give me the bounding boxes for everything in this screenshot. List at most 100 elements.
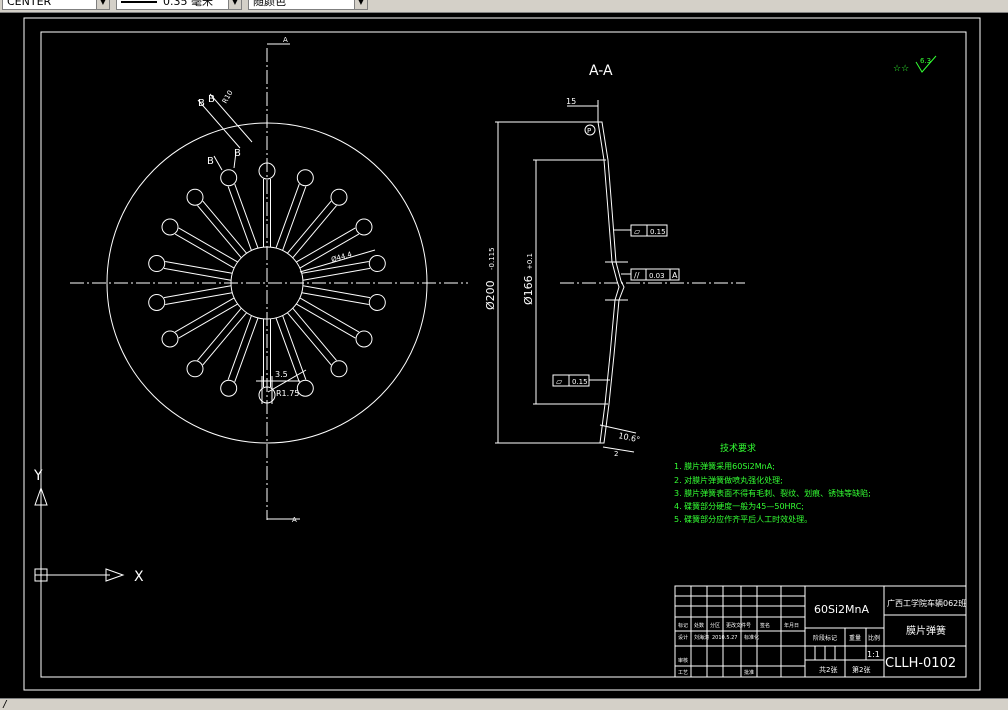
dim-angle: 10.6°	[618, 431, 641, 444]
surface-finish-symbol: ☆☆	[893, 64, 909, 74]
title-sheets-total: 共2张	[819, 665, 837, 674]
color-value: 随颜色	[253, 0, 286, 8]
ucs-icon	[34, 486, 125, 582]
slot-end-hole	[330, 188, 348, 206]
outer-frame	[23, 17, 981, 691]
finger-slot	[174, 297, 238, 339]
layer-dropdown[interactable]: CENTER ▼	[2, 0, 110, 10]
title-material: 60Si2MnA	[814, 603, 869, 616]
tech-req-item: 4. 碟簧部分硬度一般为45—50HRC;	[674, 501, 804, 511]
slot-end-hole	[161, 218, 179, 236]
dim-r175: R1.75	[276, 389, 299, 398]
label-weight: 重量	[849, 634, 861, 642]
tech-req-title: 技术要求	[720, 442, 756, 454]
tol-parallel: 0.03	[649, 272, 665, 280]
front-view	[70, 43, 468, 520]
section-label-b4: B	[234, 148, 241, 159]
finger-slot	[174, 227, 238, 269]
flatness-icon: ▱	[634, 227, 641, 236]
slot-end-hole	[296, 169, 314, 187]
finger-slot	[163, 261, 233, 281]
command-prompt: /	[2, 699, 9, 710]
title-school: 广西工学院车辆062班	[887, 598, 966, 608]
title-sheet-no: 第2张	[852, 665, 870, 674]
slot-end-hole	[186, 360, 204, 378]
tb-row-label: 处数	[694, 622, 704, 629]
finger-slot	[287, 200, 337, 258]
finger-slot	[296, 227, 360, 269]
slot-end-hole	[355, 218, 373, 236]
finger-slot	[227, 315, 259, 383]
tb-std-label: 标准化	[744, 634, 759, 641]
dim-slot-width: 3.5	[275, 370, 288, 379]
tb-row-label: 年月日	[784, 622, 799, 629]
inner-frame	[40, 31, 967, 678]
command-line[interactable]: /	[0, 698, 1008, 710]
section-label-b3: B	[207, 156, 214, 167]
axis-x-label: X	[134, 569, 144, 585]
title-scale: 1:1	[867, 650, 880, 659]
dim-d200-tol: -0.115	[488, 247, 496, 270]
tol-parallel-datum: A	[672, 271, 678, 280]
chevron-down-icon[interactable]: ▼	[354, 0, 367, 9]
finger-slot	[287, 308, 337, 366]
datum-symbol: P	[587, 127, 591, 135]
finger-slot	[275, 183, 307, 251]
tb-row-label: 签名	[760, 622, 770, 629]
tol-flat-bottom: 0.15	[572, 378, 588, 386]
arrow-label-a-top: A	[283, 36, 288, 44]
tb-row-label: 更改文件号	[726, 622, 751, 629]
dim-thickness: 2	[614, 450, 618, 458]
finger-slot	[197, 200, 247, 258]
slot-end-hole	[355, 330, 373, 348]
finger-slot	[227, 183, 259, 251]
finger-slot	[301, 285, 371, 305]
slot-end-hole	[220, 169, 238, 187]
tol-flat-top: 0.15	[650, 228, 666, 236]
label-stage: 阶段标记	[813, 634, 837, 642]
dim-r10: R10	[221, 89, 235, 105]
dim-hole-diameter: Ø44.4	[330, 250, 353, 264]
lineweight-swatch	[121, 1, 157, 3]
slot-end-hole	[368, 293, 386, 311]
slot-end-hole	[186, 188, 204, 206]
slot-end-hole	[368, 255, 386, 273]
section-label-b1: B	[198, 98, 205, 109]
tb-row-label: 分区	[710, 622, 720, 629]
slot-end-hole	[148, 293, 166, 311]
tb-process-label: 工艺	[678, 670, 688, 676]
section-label-b2: B	[208, 94, 215, 105]
parallel-icon: //	[634, 271, 640, 280]
tb-designer-name: 刘海涛	[694, 634, 709, 641]
axis-y-label: Y	[33, 468, 43, 484]
tb-approve-label: 批准	[744, 669, 754, 676]
slot-end-hole	[220, 379, 238, 397]
finger-slot	[301, 261, 371, 281]
tech-req-item: 2. 对膜片弹簧做喷丸强化处理;	[674, 475, 783, 485]
color-dropdown[interactable]: 随颜色 ▼	[248, 0, 368, 10]
tech-req-item: 1. 膜片弹簧采用60Si2MnA;	[674, 461, 775, 471]
title-part-name: 膜片弹簧	[906, 624, 946, 637]
lineweight-dropdown[interactable]: 0.35 毫米 ▼	[116, 0, 242, 10]
label-scale: 比例	[868, 634, 880, 642]
slot-end-hole	[296, 379, 314, 397]
tech-req-item: 3. 膜片弹簧表面不得有毛刺、裂纹、划痕、锈蚀等缺陷;	[674, 488, 871, 498]
tb-row-label: 标记	[678, 622, 688, 629]
chevron-down-icon[interactable]: ▼	[228, 0, 241, 9]
lineweight-value: 0.35 毫米	[163, 0, 213, 8]
finger-slot	[296, 297, 360, 339]
drawing-canvas[interactable]: A A B B R10 B B Ø44.4 3.5 R1.75 A-A 15 P…	[0, 13, 1008, 698]
finger-slot	[197, 308, 247, 366]
chevron-down-icon[interactable]: ▼	[96, 0, 109, 9]
layer-value: CENTER	[7, 0, 52, 8]
tech-req-item: 5. 碟簧部分应作齐平后人工时效处理。	[674, 514, 812, 524]
slot-end-hole	[330, 360, 348, 378]
dim-d200: Ø200	[484, 280, 497, 310]
cad-drawing: A A B B R10 B B Ø44.4 3.5 R1.75 A-A 15 P…	[23, 17, 981, 691]
finger-slot	[163, 285, 233, 305]
slot-end-hole	[161, 330, 179, 348]
section-title: A-A	[589, 63, 613, 79]
title-drawing-no: CLLH-0102	[885, 656, 956, 671]
tb-date: 2010.5.27	[712, 635, 737, 641]
arrow-label-a-bottom: A	[292, 516, 297, 524]
